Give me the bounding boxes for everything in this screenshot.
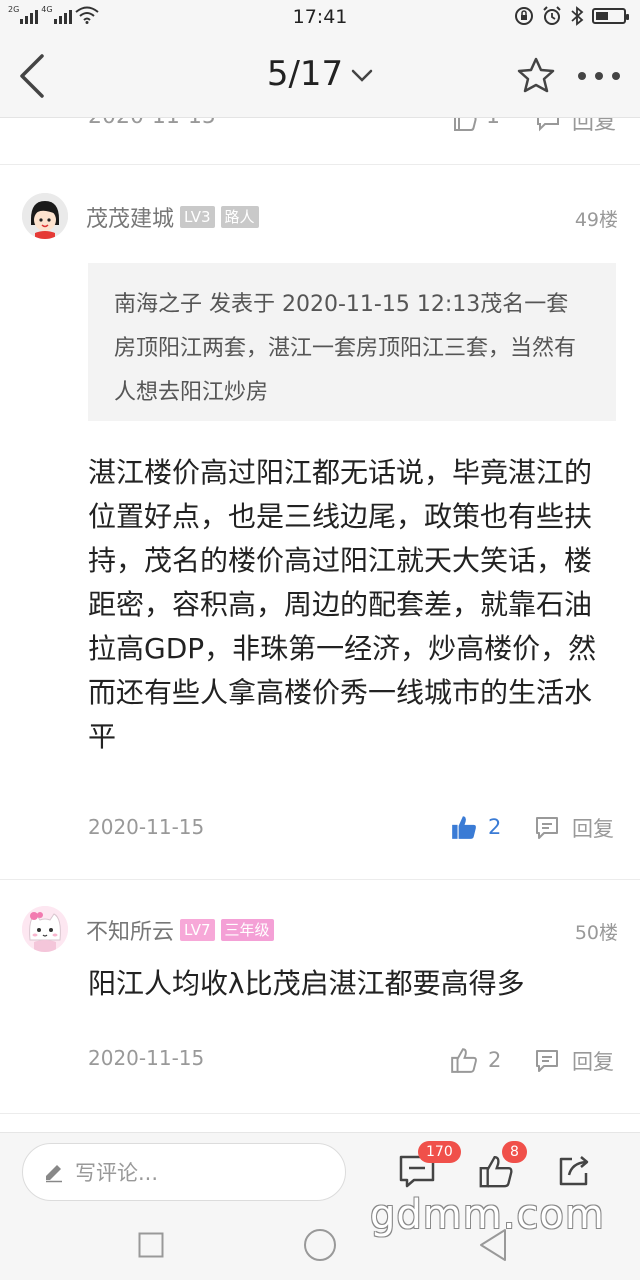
battery-icon [592, 8, 629, 24]
comment-49: 茂茂建城 LV3 路人 49楼 南海之子 发表于 2020-11-15 12:1… [0, 165, 640, 879]
title-badge: 路人 [220, 206, 259, 228]
comment-input[interactable]: 写评论... [22, 1143, 346, 1201]
comment-body: 阳江人均收λ比茂启湛江都要高得多 [88, 967, 525, 1000]
circle-icon[interactable] [303, 1228, 337, 1262]
title-badge: 三年级 [220, 919, 274, 941]
like-button[interactable]: 2 [450, 813, 501, 841]
avatar[interactable] [22, 906, 68, 952]
reply-button[interactable]: 回复 [534, 813, 614, 843]
floor-number: 49楼 [574, 209, 618, 231]
page-indicator: 5/17 [266, 54, 344, 94]
watermark: gdmm.com [370, 1192, 605, 1238]
comment-date: 2020-11-15 [88, 1046, 205, 1070]
avatar-girl-icon [22, 193, 68, 239]
rotation-lock-icon [515, 7, 533, 25]
alarm-icon [543, 6, 561, 25]
previous-date: 2020-11-15 [88, 118, 216, 129]
star-icon [517, 57, 555, 93]
like-post-button[interactable]: 8 [478, 1141, 527, 1193]
level-badge: LV3 [180, 206, 215, 228]
quoted-post: 南海之子 发表于 2020-11-15 12:13茂名一套房顶阳江两套，湛江一套… [88, 263, 616, 421]
username-row: 茂茂建城 LV3 路人 [86, 201, 259, 233]
thumbs-up-icon [454, 118, 477, 131]
like-count: 2 [488, 1048, 502, 1072]
comment-body: 湛江楼价高过阳江都无话说，毕竟湛江的位置好点，也是三线边尾，政策也有些扶持，茂名… [88, 456, 597, 753]
more-dot [595, 72, 603, 80]
more-button[interactable] [578, 70, 620, 82]
avatar-cat-icon [22, 906, 68, 952]
username[interactable]: 不知所云 [86, 914, 174, 946]
nav-bar: 5/17 [0, 34, 640, 118]
bluetooth-icon [571, 6, 584, 26]
square-icon[interactable] [138, 1232, 164, 1258]
share-button[interactable] [556, 1153, 592, 1193]
previous-reply-label: 回复 [572, 118, 617, 135]
status-icons [514, 6, 629, 26]
previous-comment-footer: 2020-11-15 1 回复 [0, 118, 640, 136]
like-button[interactable]: 2 [450, 1046, 501, 1074]
reply-button[interactable]: 回复 [534, 1046, 614, 1076]
avatar[interactable] [22, 193, 68, 239]
share-icon [559, 1156, 589, 1186]
reply-icon [536, 1050, 558, 1072]
comment-input-placeholder: 写评论... [75, 1161, 159, 1185]
comments-button[interactable]: 170 [398, 1141, 461, 1193]
reply-icon [536, 817, 558, 839]
chevron-down-icon [351, 69, 373, 82]
like-count-badge: 8 [502, 1141, 527, 1163]
favorite-button[interactable] [516, 56, 556, 96]
status-bar: 2G 4G 17:41 [0, 0, 640, 34]
comment-date: 2020-11-15 [88, 815, 205, 839]
username-row: 不知所云 LV7 三年级 [86, 914, 274, 946]
divider [0, 1113, 640, 1114]
comment-count-badge: 170 [418, 1141, 461, 1163]
floor-number: 50楼 [574, 922, 618, 944]
like-count: 2 [488, 815, 502, 839]
reply-icon [537, 118, 559, 132]
username[interactable]: 茂茂建城 [86, 201, 174, 233]
thumbs-up-icon [452, 816, 476, 839]
thumbs-up-icon [451, 1048, 477, 1073]
more-dots-icon [578, 72, 586, 80]
level-badge: LV7 [180, 919, 215, 941]
comment-50: 不知所云 LV7 三年级 50楼 阳江人均收λ比茂启湛江都要高得多 2020-1… [0, 880, 640, 1112]
pencil-icon [46, 1165, 62, 1183]
reply-label: 回复 [572, 1050, 614, 1074]
more-dot [612, 72, 620, 80]
reply-label: 回复 [572, 817, 614, 841]
previous-likes: 1 [486, 118, 500, 129]
